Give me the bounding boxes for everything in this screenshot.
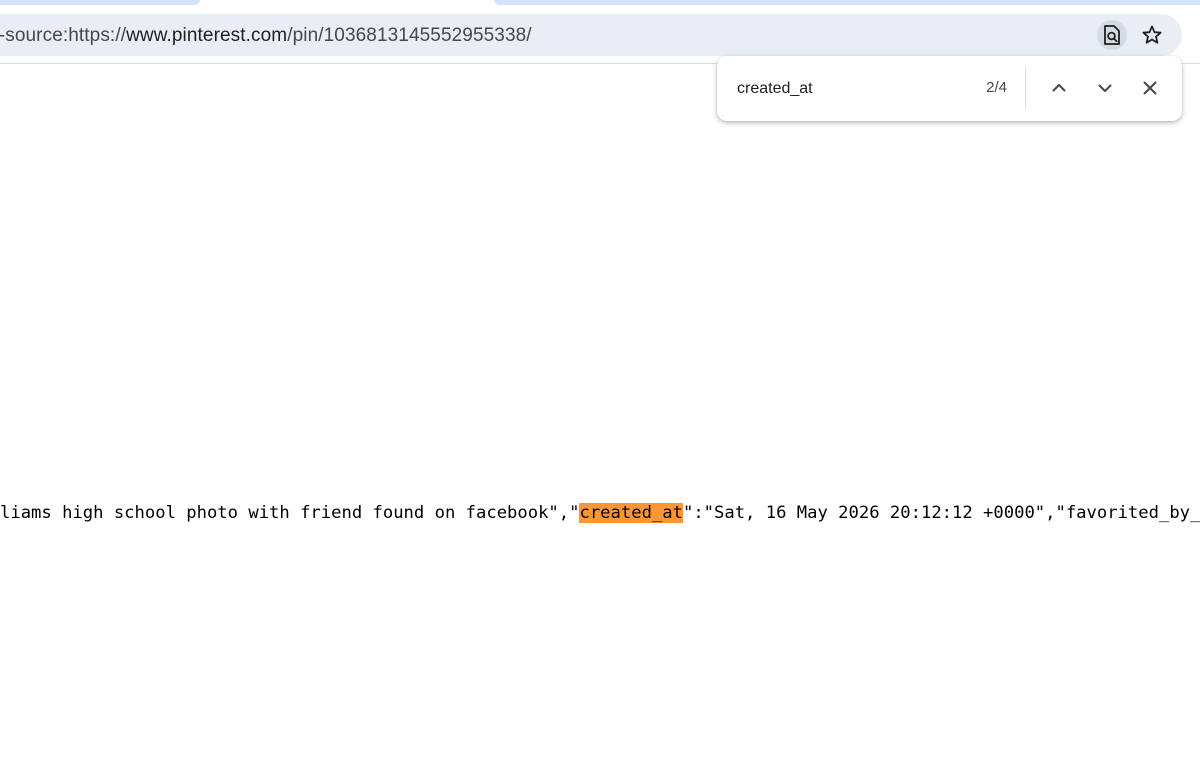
close-icon [1143,81,1157,95]
source-text-after: ":"Sat, 16 May 2026 20:12:12 +0000","fav… [682,503,1200,523]
chevron-up-icon [1052,84,1066,92]
find-bar: 2/4 [717,56,1182,121]
star-icon [1142,25,1162,44]
address-bar-url[interactable]: iew-source:https://www.pinterest.com/pin… [0,25,532,47]
url-host: www.pinterest.com [126,25,288,46]
find-close-button[interactable] [1135,73,1165,103]
find-in-page-button[interactable] [1097,20,1127,50]
find-match-count: 2/4 [986,79,1007,96]
source-text-before: liams high school photo with friend foun… [0,503,580,523]
url-path: /pin/1036813145552955338/ [287,25,532,46]
url-scheme: iew-source:https:// [0,25,127,46]
find-previous-button[interactable] [1044,73,1074,103]
bookmark-button[interactable] [1137,20,1167,50]
find-next-button[interactable] [1090,73,1120,103]
find-match-highlight: created_at [579,503,683,523]
tab-right[interactable] [494,0,1200,5]
find-input[interactable] [737,77,967,101]
tab-left[interactable] [0,0,200,5]
page-source-view: liams high school photo with friend foun… [0,64,1200,780]
chevron-down-icon [1098,84,1112,92]
address-bar[interactable]: iew-source:https://www.pinterest.com/pin… [0,14,1182,56]
source-line: liams high school photo with friend foun… [0,500,1200,526]
find-in-page-icon [1104,25,1120,45]
find-bar-divider [1025,68,1026,108]
